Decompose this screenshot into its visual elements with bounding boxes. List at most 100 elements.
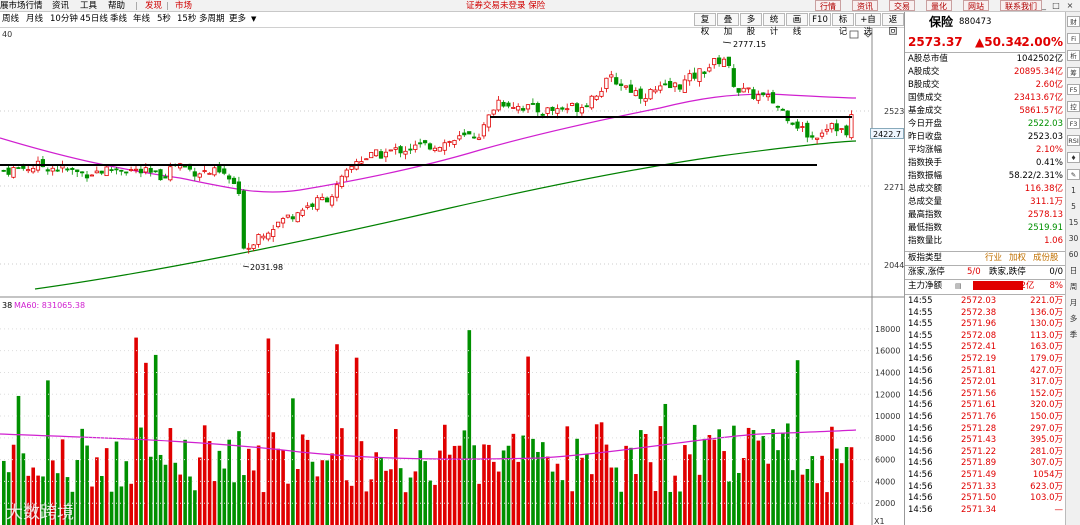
btn-quant[interactable]: 量化 xyxy=(926,0,952,11)
volume-bar xyxy=(320,460,325,525)
stats-button[interactable]: 统计 xyxy=(763,13,785,37)
candle-body xyxy=(594,95,599,100)
menu-discover[interactable]: 发现 xyxy=(145,0,162,12)
side-tab[interactable]: F5 xyxy=(1067,84,1080,95)
kline-chart[interactable]: 40 2523 2271 2044 2777.15 2031.98 38 MA6… xyxy=(0,28,904,525)
side-tab[interactable]: 周 xyxy=(1066,280,1080,293)
back-button[interactable]: 返回 xyxy=(882,13,904,37)
btn-quotes[interactable]: 行情 xyxy=(815,0,841,11)
candle-body xyxy=(849,114,854,139)
chart-settings-icon[interactable] xyxy=(849,30,859,39)
candle-body xyxy=(643,98,648,102)
volume-bar xyxy=(129,483,133,525)
kline-chart-svg[interactable]: 40 2523 2271 2044 2777.15 2031.98 38 MA6… xyxy=(0,28,904,525)
side-tab[interactable]: 15 xyxy=(1066,216,1080,229)
tick-price: 2572.38 xyxy=(961,307,997,318)
side-tab[interactable]: 财 xyxy=(1067,16,1080,27)
volume-bar xyxy=(526,356,530,525)
adjust-button[interactable]: 复权 xyxy=(694,13,716,37)
menu-help[interactable]: 帮助 xyxy=(108,0,125,12)
maximize-icon[interactable]: □ xyxy=(1052,1,1060,10)
minimize-icon[interactable]: _ xyxy=(1040,1,1048,10)
main-flow-icon[interactable]: ▤ xyxy=(955,280,962,292)
candle-body xyxy=(418,142,423,145)
side-tab[interactable]: 日 xyxy=(1066,264,1080,277)
period-week[interactable]: 周线 xyxy=(2,12,19,27)
period-quarter[interactable]: 季线 xyxy=(110,12,127,27)
candle-body xyxy=(770,92,776,104)
menu-market-tab[interactable]: 市场 xyxy=(175,0,192,12)
period-15sec[interactable]: 15秒 xyxy=(177,12,196,27)
side-tab[interactable]: 月 xyxy=(1066,296,1080,309)
board-link-weighted[interactable]: 加权 xyxy=(1009,252,1026,264)
btn-trade[interactable]: 交易 xyxy=(889,0,915,11)
candle-body xyxy=(712,58,717,66)
candle-body xyxy=(609,74,614,78)
draw-button[interactable]: 画线 xyxy=(786,13,808,37)
tick-time: 14:56 xyxy=(908,412,933,422)
side-tab[interactable]: ✎ xyxy=(1067,169,1080,180)
close-icon[interactable]: × xyxy=(1066,1,1074,10)
stat-value: 0.41% xyxy=(1035,158,1063,168)
volume-bar xyxy=(286,483,290,525)
candle-body xyxy=(310,203,315,207)
tick-time: 14:56 xyxy=(908,504,933,515)
side-tab[interactable]: 30 xyxy=(1066,232,1080,245)
btn-website[interactable]: 网站 xyxy=(963,0,989,11)
side-tab[interactable]: 60 xyxy=(1066,248,1080,261)
menu-news[interactable]: 资讯 xyxy=(52,0,69,12)
period-10min[interactable]: 10分钟 xyxy=(50,12,78,27)
menu-market[interactable]: 展市场行情 xyxy=(0,0,43,12)
period-month[interactable]: 月线 xyxy=(26,12,43,27)
period-5sec[interactable]: 5秒 xyxy=(157,12,171,27)
volume-bar xyxy=(389,469,393,525)
side-tab[interactable]: RSI xyxy=(1067,135,1080,146)
tick-price: 2571.49 xyxy=(961,470,997,480)
volume-bar xyxy=(565,426,570,525)
period-multi[interactable]: 多周期 xyxy=(199,12,225,27)
candle-body xyxy=(785,110,790,122)
mark-button[interactable]: 标记 xyxy=(832,13,854,37)
overlay-button[interactable]: 叠加 xyxy=(717,13,739,37)
candle-body xyxy=(119,169,124,172)
board-link-constituents[interactable]: 成份股 xyxy=(1033,252,1059,264)
period-year[interactable]: 年线 xyxy=(133,12,150,27)
side-tab[interactable]: F3 xyxy=(1067,118,1080,129)
candle-body xyxy=(427,143,433,150)
candle-body xyxy=(109,169,114,172)
candle-body xyxy=(334,184,340,198)
side-tab[interactable]: 析 xyxy=(1067,50,1080,61)
more-dropdown-icon[interactable]: ▼ xyxy=(251,12,256,27)
period-more[interactable]: 更多 xyxy=(229,12,246,27)
add-watchlist-button[interactable]: +自选 xyxy=(855,13,881,37)
btn-contact[interactable]: 联系我们 xyxy=(1000,0,1042,11)
side-tab[interactable]: 多 xyxy=(1066,312,1080,325)
tick-time: 14:56 xyxy=(908,377,933,388)
board-link-industry[interactable]: 行业 xyxy=(985,252,1002,264)
candle-body xyxy=(329,196,335,206)
side-tab[interactable]: 1 xyxy=(1066,184,1080,197)
multi-stock-button[interactable]: 多股 xyxy=(740,13,762,37)
side-tab[interactable]: 控 xyxy=(1067,101,1080,112)
side-tab[interactable]: 5 xyxy=(1066,200,1080,213)
btn-info[interactable]: 资讯 xyxy=(852,0,878,11)
side-tab[interactable]: 筹 xyxy=(1067,67,1080,78)
volume-bar xyxy=(805,468,810,525)
side-tab[interactable]: ♦ xyxy=(1067,152,1080,163)
menu-tools[interactable]: 工具 xyxy=(80,0,97,12)
volume-bar xyxy=(531,438,535,525)
side-tab[interactable]: 季 xyxy=(1066,328,1080,341)
chart-collapse-icon[interactable] xyxy=(863,32,873,38)
candle-body xyxy=(207,172,212,175)
period-45day[interactable]: 45日线 xyxy=(80,12,108,27)
tick-time: 14:55 xyxy=(908,330,933,341)
tick-time: 14:56 xyxy=(908,458,933,469)
volume-bar xyxy=(408,477,413,525)
f10-button[interactable]: F10 xyxy=(809,13,831,26)
candle-body xyxy=(339,175,344,187)
volume-bar xyxy=(825,492,829,525)
candle-body xyxy=(692,72,697,79)
volume-ma-legend: MA60: 831065.38 xyxy=(14,301,85,310)
side-tab[interactable]: Fi xyxy=(1067,33,1080,44)
stat-label: 最低指数 xyxy=(908,223,943,233)
